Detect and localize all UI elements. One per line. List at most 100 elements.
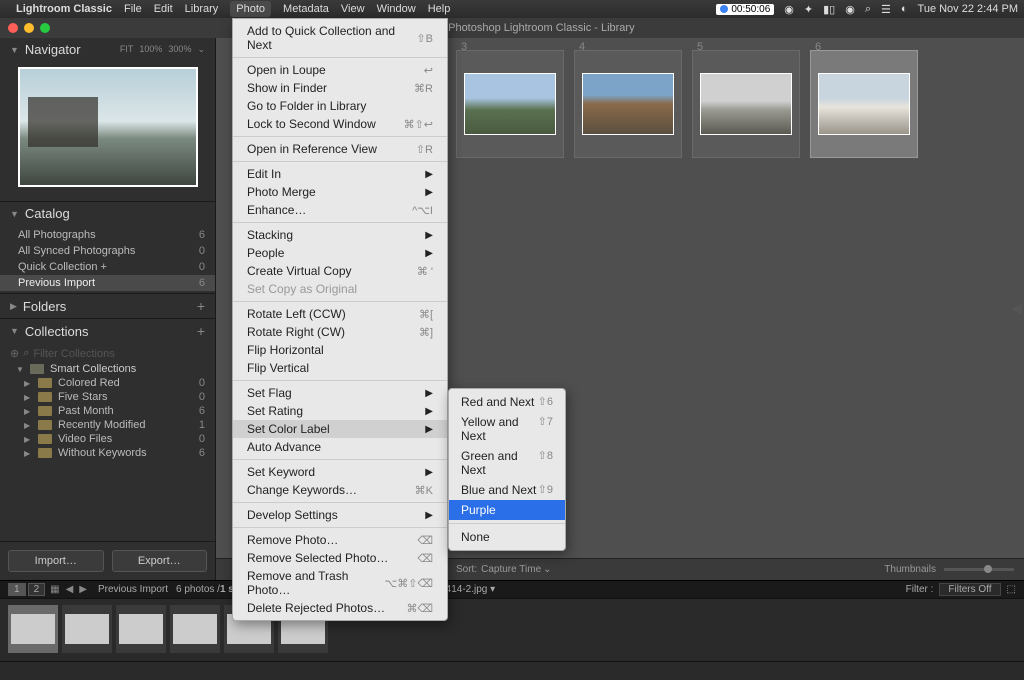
- menu-item[interactable]: People▶: [233, 244, 447, 262]
- collection-colored-red[interactable]: ▶Colored Red0: [0, 376, 215, 390]
- menu-item[interactable]: Set Color Label▶: [233, 420, 447, 438]
- filmstrip-thumb[interactable]: [170, 605, 220, 653]
- menu-item[interactable]: Flip Horizontal: [233, 341, 447, 359]
- app-name[interactable]: Lightroom Classic: [16, 3, 112, 15]
- menu-item[interactable]: Photo Merge▶: [233, 183, 447, 201]
- submenu-item[interactable]: None: [449, 527, 565, 547]
- right-panel-toggle[interactable]: ◀: [1011, 300, 1022, 317]
- zoom-100[interactable]: 100%: [139, 44, 162, 55]
- filter-select[interactable]: Filters Off: [939, 583, 1000, 596]
- thumbnail-4[interactable]: 4: [574, 50, 682, 158]
- filmstrip[interactable]: [0, 598, 1024, 662]
- menu-help[interactable]: Help: [428, 3, 451, 15]
- menu-metadata[interactable]: Metadata: [283, 3, 329, 15]
- collection-recently-modified[interactable]: ▶Recently Modified1: [0, 418, 215, 432]
- battery-icon[interactable]: ▮▯: [823, 3, 835, 16]
- breadcrumb[interactable]: Previous Import: [98, 584, 168, 595]
- collection-past-month[interactable]: ▶Past Month6: [0, 404, 215, 418]
- menu-item[interactable]: Change Keywords…⌘K: [233, 481, 447, 499]
- search-icon[interactable]: ⌕: [865, 3, 871, 16]
- menu-item[interactable]: Set Keyword▶: [233, 463, 447, 481]
- menu-item[interactable]: Show in Finder⌘R: [233, 79, 447, 97]
- menu-photo[interactable]: Photo: [230, 1, 271, 17]
- menu-library[interactable]: Library: [185, 3, 219, 15]
- menu-item[interactable]: Set Rating▶: [233, 402, 447, 420]
- menu-item[interactable]: Auto Advance: [233, 438, 447, 456]
- submenu-item[interactable]: Red and Next⇧6: [449, 392, 565, 412]
- wifi-icon[interactable]: ◉: [845, 3, 855, 16]
- menu-window[interactable]: Window: [377, 3, 416, 15]
- sort-value[interactable]: Capture Time: [481, 564, 541, 575]
- catalog-row-all[interactable]: All Photographs6: [0, 227, 215, 243]
- status-icon[interactable]: ✦: [804, 3, 813, 16]
- collection-five-stars[interactable]: ▶Five Stars0: [0, 390, 215, 404]
- menu-item[interactable]: Remove and Trash Photo…⌥⌘⇧⌫: [233, 567, 447, 599]
- chevron-down-icon[interactable]: ⌄: [543, 564, 551, 575]
- thumbnail-3[interactable]: 3: [456, 50, 564, 158]
- collections-header[interactable]: ▼ Collections +: [0, 319, 215, 343]
- collection-without-keywords[interactable]: ▶Without Keywords6: [0, 446, 215, 460]
- zoom-window-button[interactable]: [40, 23, 50, 33]
- minimize-window-button[interactable]: [24, 23, 34, 33]
- menu-item[interactable]: Open in Reference View⇧R: [233, 140, 447, 158]
- menu-item[interactable]: Lock to Second Window⌘⇧↩: [233, 115, 447, 133]
- add-collection-icon[interactable]: +: [197, 323, 205, 339]
- catalog-row-previous-import[interactable]: Previous Import6: [0, 275, 215, 291]
- menu-item[interactable]: Rotate Right (CW)⌘]: [233, 323, 447, 341]
- cc-icon[interactable]: ◉: [784, 3, 794, 16]
- siri-icon[interactable]: ◐: [901, 3, 908, 15]
- zoom-300[interactable]: 300%: [168, 44, 191, 55]
- menu-item[interactable]: Delete Rejected Photos…⌘⌫: [233, 599, 447, 617]
- menu-item[interactable]: Stacking▶: [233, 226, 447, 244]
- catalog-row-synced[interactable]: All Synced Photographs0: [0, 243, 215, 259]
- submenu-item[interactable]: Blue and Next⇧9: [449, 480, 565, 500]
- thumbnail-5[interactable]: 5: [692, 50, 800, 158]
- menu-item[interactable]: Go to Folder in Library: [233, 97, 447, 115]
- menu-item[interactable]: Set Flag▶: [233, 384, 447, 402]
- thumbnail-6[interactable]: 6: [810, 50, 918, 158]
- close-window-button[interactable]: [8, 23, 18, 33]
- menu-edit[interactable]: Edit: [154, 3, 173, 15]
- timer-widget[interactable]: 00:50:06: [716, 4, 774, 15]
- menu-item[interactable]: Develop Settings▶: [233, 506, 447, 524]
- catalog-row-quick[interactable]: Quick Collection +0: [0, 259, 215, 275]
- menu-item[interactable]: Enhance…^⌥I: [233, 201, 447, 219]
- menu-item[interactable]: Remove Selected Photo…⌫: [233, 549, 447, 567]
- menu-item[interactable]: Create Virtual Copy⌘ ': [233, 262, 447, 280]
- menubar-clock[interactable]: Tue Nov 22 2:44 PM: [918, 3, 1018, 15]
- filmstrip-thumb[interactable]: [116, 605, 166, 653]
- add-folder-icon[interactable]: +: [197, 298, 205, 314]
- grid-view-icon[interactable]: ▦: [50, 584, 59, 595]
- import-button[interactable]: Import…: [8, 550, 104, 572]
- menu-item[interactable]: Flip Vertical: [233, 359, 447, 377]
- export-button[interactable]: Export…: [112, 550, 208, 572]
- screen-2[interactable]: 2: [28, 583, 46, 596]
- zoom-dropdown-icon[interactable]: ⌄: [197, 44, 205, 55]
- thumbnail-size-slider[interactable]: [944, 568, 1014, 571]
- screen-1[interactable]: 1: [8, 583, 26, 596]
- chevron-left-icon[interactable]: ◀: [66, 584, 74, 595]
- filmstrip-thumb[interactable]: [62, 605, 112, 653]
- smart-collections-header[interactable]: ▼ Smart Collections: [0, 362, 215, 376]
- folders-header[interactable]: ▶ Folders +: [0, 294, 215, 318]
- submenu-item[interactable]: Yellow and Next⇧7: [449, 412, 565, 446]
- add-icon[interactable]: ⊕: [10, 347, 19, 360]
- chevron-right-icon[interactable]: ▶: [79, 584, 87, 595]
- collections-filter[interactable]: ⊕ ⌕ Filter Collections: [0, 345, 215, 362]
- submenu-item[interactable]: Green and Next⇧8: [449, 446, 565, 480]
- catalog-header[interactable]: ▼ Catalog: [0, 202, 215, 225]
- menu-item[interactable]: Remove Photo…⌫: [233, 531, 447, 549]
- collection-video-files[interactable]: ▶Video Files0: [0, 432, 215, 446]
- menu-item[interactable]: Edit In▶: [233, 165, 447, 183]
- menu-item[interactable]: Open in Loupe↩: [233, 61, 447, 79]
- zoom-fit[interactable]: FIT: [120, 44, 134, 55]
- submenu-item[interactable]: Purple: [449, 500, 565, 520]
- menu-view[interactable]: View: [341, 3, 365, 15]
- filter-lock-icon[interactable]: ⬚: [1007, 584, 1016, 595]
- menu-item[interactable]: Add to Quick Collection and Next⇧B: [233, 22, 447, 54]
- filmstrip-thumb[interactable]: [8, 605, 58, 653]
- menu-item[interactable]: Rotate Left (CCW)⌘[: [233, 305, 447, 323]
- control-center-icon[interactable]: ☰: [881, 3, 891, 16]
- menu-file[interactable]: File: [124, 3, 142, 15]
- navigator-preview[interactable]: [0, 61, 215, 201]
